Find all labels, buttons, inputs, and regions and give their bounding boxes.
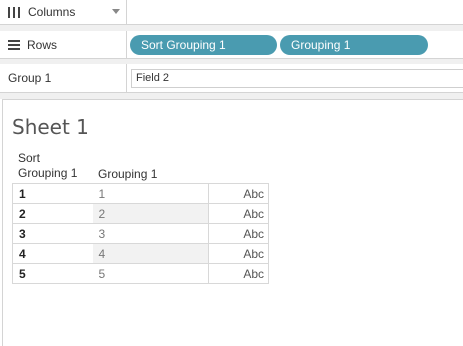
- columns-label-text: Columns: [28, 5, 76, 19]
- pill-label: Sort Grouping 1: [141, 38, 226, 52]
- sort-cell[interactable]: 4: [12, 243, 93, 264]
- rows-shelf-label: Rows: [0, 31, 127, 58]
- header-line: Grouping 1: [18, 166, 78, 180]
- sort-cell[interactable]: 5: [12, 263, 93, 284]
- pill-label: Grouping 1: [291, 38, 351, 52]
- grouping-cell[interactable]: 4: [92, 243, 209, 264]
- value-cell[interactable]: Abc: [208, 183, 269, 204]
- value-cell[interactable]: Abc: [208, 243, 269, 264]
- column-header-grouping[interactable]: Grouping 1: [98, 167, 157, 182]
- data-table: 1 1 Abc 2 2 Abc 3 3 Abc 4 4 Abc 5 5 Abc: [12, 183, 269, 284]
- grouping-cell[interactable]: 2: [92, 203, 209, 224]
- table-row[interactable]: 4 4 Abc: [12, 243, 269, 264]
- grouping-cell[interactable]: 3: [92, 223, 209, 244]
- columns-shelf[interactable]: Columns: [0, 0, 463, 25]
- header-line: Sort: [18, 151, 41, 165]
- rows-label-text: Rows: [27, 37, 58, 52]
- sort-cell[interactable]: 3: [12, 223, 93, 244]
- columns-icon: [8, 6, 20, 18]
- table-row[interactable]: 3 3 Abc: [12, 223, 269, 244]
- group-label-text: Group 1: [8, 71, 52, 85]
- value-cell[interactable]: Abc: [208, 223, 269, 244]
- value-cell[interactable]: Abc: [208, 203, 269, 224]
- value-cell[interactable]: Abc: [208, 263, 269, 284]
- sheet-title: Sheet 1: [12, 115, 89, 139]
- field-dropdown[interactable]: Field 2: [131, 69, 463, 88]
- grouping-cell[interactable]: 5: [92, 263, 209, 284]
- columns-shelf-label[interactable]: Columns: [0, 0, 127, 24]
- rows-shelf[interactable]: Rows Sort Grouping 1 Grouping 1: [0, 31, 463, 59]
- pill-sort-grouping[interactable]: Sort Grouping 1: [130, 35, 277, 55]
- sort-cell[interactable]: 2: [12, 203, 93, 224]
- table-row[interactable]: 1 1 Abc: [12, 183, 269, 204]
- chevron-down-icon[interactable]: [112, 9, 120, 14]
- group-shelf: Group 1 Field 2: [0, 64, 463, 93]
- group-shelf-label: Group 1: [0, 64, 127, 92]
- grouping-cell[interactable]: 1: [92, 183, 209, 204]
- table-row[interactable]: 2 2 Abc: [12, 203, 269, 224]
- column-header-sort[interactable]: Sort Grouping 1: [18, 151, 77, 181]
- field-value: Field 2: [136, 72, 170, 84]
- pill-grouping[interactable]: Grouping 1: [280, 35, 428, 55]
- rows-icon: [8, 39, 20, 50]
- table-row[interactable]: 5 5 Abc: [12, 263, 269, 284]
- sort-cell[interactable]: 1: [12, 183, 93, 204]
